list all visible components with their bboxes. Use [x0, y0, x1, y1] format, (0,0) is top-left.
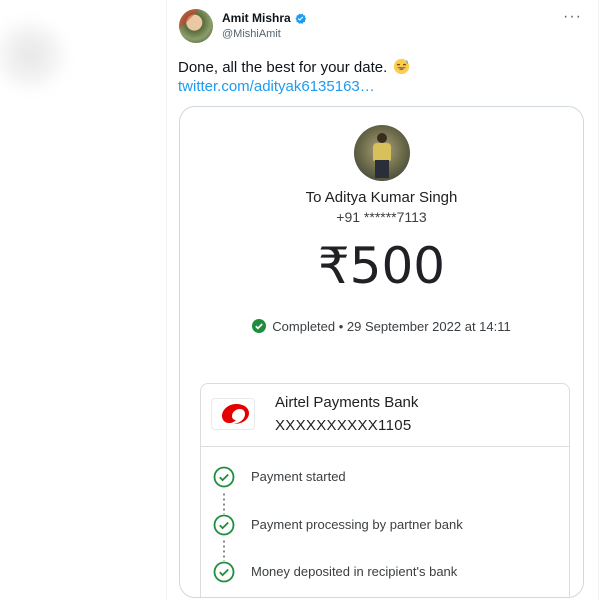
- step-payment-processing: Payment processing by partner bank: [213, 514, 553, 538]
- tweet: Amit Mishra @MishiAmit ··· Done, all the…: [167, 0, 598, 600]
- step-check-icon: [213, 466, 235, 488]
- author-avatar[interactable]: [179, 9, 213, 43]
- author-handle[interactable]: @MishiAmit: [222, 28, 281, 40]
- recipient-photo-body: [373, 143, 391, 161]
- payment-amount: ₹500: [317, 237, 446, 295]
- author-row: Amit Mishra: [222, 11, 307, 25]
- step-connector: [223, 539, 225, 561]
- step-connector: [223, 492, 225, 514]
- verified-icon: [294, 12, 307, 25]
- recipient-photo-legs: [375, 160, 389, 178]
- airtel-logo-icon: [211, 398, 255, 430]
- tweet-link[interactable]: twitter.com/adityak6135163…: [178, 77, 375, 97]
- blurred-content: [0, 20, 70, 90]
- recipient-name: To Aditya Kumar Singh: [305, 189, 458, 206]
- payment-screenshot[interactable]: To Aditya Kumar Singh +91 ******7113 ₹50…: [179, 106, 584, 598]
- column-divider-right: [598, 0, 599, 600]
- sweat-smile-emoji: [393, 58, 410, 75]
- left-column: [0, 0, 166, 600]
- step-payment-started: Payment started: [213, 466, 553, 490]
- recipient-avatar: [354, 125, 410, 181]
- step-label: Money deposited in recipient's bank: [251, 564, 458, 579]
- step-check-icon: [213, 561, 235, 583]
- step-label: Payment started: [251, 469, 346, 484]
- bank-account-number: XXXXXXXXXX1105: [275, 417, 412, 434]
- bank-details-card: Airtel Payments Bank XXXXXXXXXX1105 Paym…: [200, 383, 570, 597]
- recipient-photo-head: [377, 133, 387, 143]
- step-money-deposited: Money deposited in recipient's bank: [213, 561, 553, 585]
- bank-header: Airtel Payments Bank XXXXXXXXXX1105: [201, 384, 569, 447]
- payment-status-text: Completed • 29 September 2022 at 14:11: [272, 319, 511, 334]
- bank-name: Airtel Payments Bank: [275, 394, 419, 411]
- recipient-phone: +91 ******7113: [336, 209, 427, 225]
- author-name[interactable]: Amit Mishra: [222, 11, 291, 25]
- step-check-icon: [213, 514, 235, 536]
- payment-status: Completed • 29 September 2022 at 14:11: [180, 319, 583, 334]
- more-icon[interactable]: ···: [563, 8, 582, 26]
- tweet-text: Done, all the best for your date.: [178, 58, 410, 78]
- completed-check-icon: [252, 319, 267, 333]
- step-label: Payment processing by partner bank: [251, 517, 463, 532]
- tweet-text-body: Done, all the best for your date.: [178, 59, 388, 76]
